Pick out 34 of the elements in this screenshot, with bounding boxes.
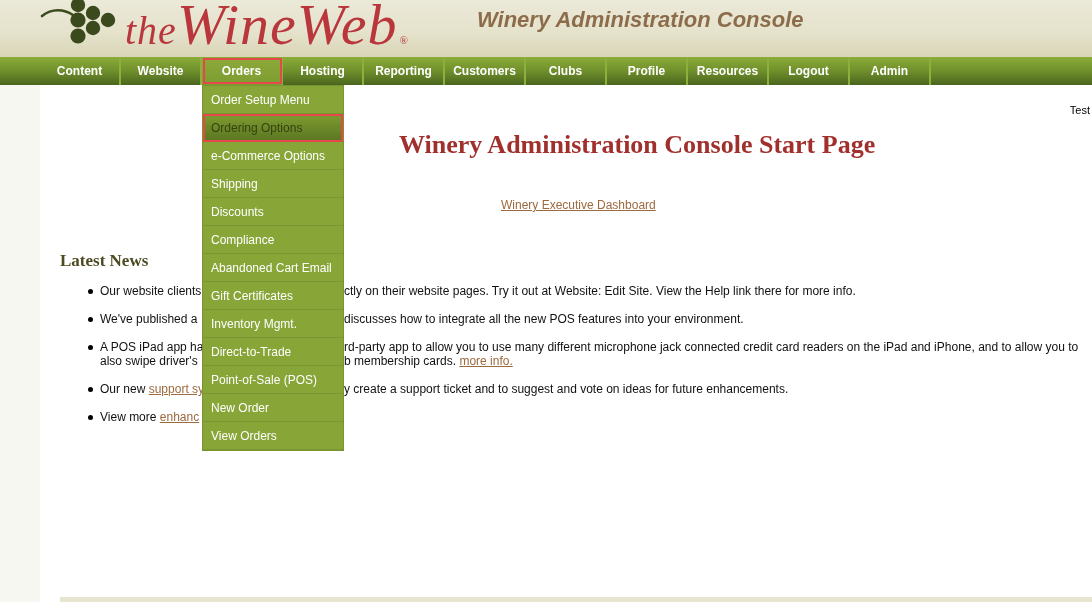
nav-tab[interactable]: Profile — [607, 57, 688, 85]
bullet-icon — [88, 289, 93, 294]
grape-cluster-icon — [40, 0, 118, 44]
bullet-icon — [88, 387, 93, 392]
news-text: View more enhanc — [100, 410, 200, 424]
news-text: also swipe driver's — [100, 354, 198, 368]
news-text: rd-party app to allow you to use many different microphone jack connected credit card readers on the iPad and iPhone, and to allow you to — [344, 340, 1079, 354]
news-text: ctly on their website pages. Try it out at Website: Edit Site. View the Help link there for more info. — [344, 284, 856, 298]
nav-tab[interactable]: Customers — [445, 57, 526, 85]
dashboard-link[interactable]: Winery Executive Dashboard — [501, 198, 656, 212]
bullet-icon — [88, 317, 93, 322]
news-link[interactable]: more info. — [459, 354, 513, 368]
news-link[interactable]: enhanc — [159, 410, 200, 424]
news-text: b membership cards. more info. — [344, 354, 513, 368]
news-text: We've published a — [100, 312, 198, 326]
nav-tab[interactable]: Admin — [850, 57, 931, 85]
user-name: Test — [1069, 104, 1090, 117]
nav-tab[interactable]: Hosting — [283, 57, 364, 85]
news-text: y create a support ticket and to suggest and vote on ideas for future enhancements. — [344, 382, 789, 396]
news-text: discusses how to integrate all the new POS features into your environment. — [344, 312, 744, 326]
nav-tab[interactable]: Resources — [688, 57, 769, 85]
section-heading: Latest News — [60, 251, 149, 271]
nav-tab[interactable]: Content — [40, 57, 121, 85]
console-title: Winery Administration Console — [477, 7, 804, 33]
bullet-icon — [88, 415, 93, 420]
news-text: Our website clients — [100, 284, 202, 298]
logo-wordmark: theWineWeb® — [125, 0, 408, 50]
nav-tab[interactable]: Reporting — [364, 57, 445, 85]
menu-item[interactable]: Ordering Options — [203, 114, 343, 142]
nav-tab[interactable]: Orders — [202, 57, 283, 85]
nav-tab[interactable]: Logout — [769, 57, 850, 85]
nav-tab[interactable]: Clubs — [526, 57, 607, 85]
page-heading: Winery Administration Console Start Page — [399, 130, 876, 160]
bullet-icon — [88, 345, 93, 350]
